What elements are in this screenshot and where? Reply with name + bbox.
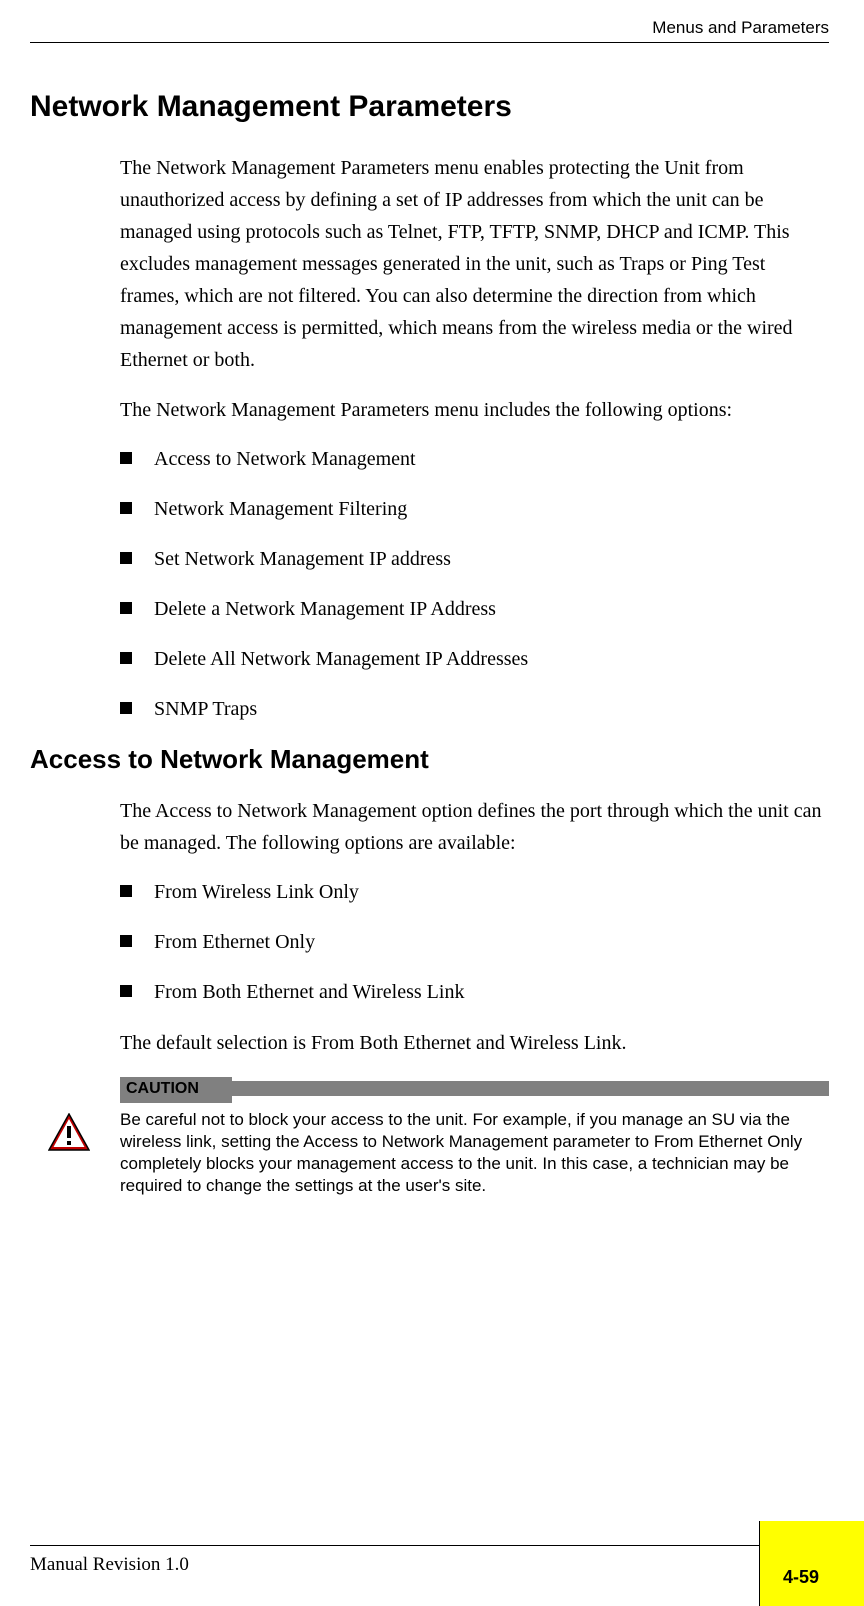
paragraph-intro: The Network Management Parameters menu e… xyxy=(120,152,829,376)
list-item: Access to Network Management xyxy=(120,444,829,474)
page-footer: Manual Revision 1.0 xyxy=(30,1545,864,1576)
caution-bar xyxy=(232,1081,829,1096)
paragraph-access-lead: The Access to Network Management option … xyxy=(120,795,829,859)
options-list-2: From Wireless Link Only From Ethernet On… xyxy=(120,877,829,1007)
caution-label: CAUTION xyxy=(120,1077,232,1103)
list-item: SNMP Traps xyxy=(120,694,829,724)
list-item: Delete All Network Management IP Address… xyxy=(120,644,829,674)
heading-2: Access to Network Management xyxy=(30,744,829,775)
revision-text: Manual Revision 1.0 xyxy=(30,1554,864,1576)
list-item: From Ethernet Only xyxy=(120,927,829,957)
footer-rule xyxy=(30,1545,759,1546)
list-item: Set Network Management IP address xyxy=(120,544,829,574)
header-rule xyxy=(30,42,829,43)
list-item: From Both Ethernet and Wireless Link xyxy=(120,977,829,1007)
options-list-1: Access to Network Management Network Man… xyxy=(120,444,829,724)
yellow-tab xyxy=(759,1521,864,1606)
page-content: Network Management Parameters The Networ… xyxy=(30,90,829,1197)
paragraph-options-lead: The Network Management Parameters menu i… xyxy=(120,394,829,426)
caution-header: CAUTION xyxy=(120,1077,829,1103)
warning-triangle-icon xyxy=(48,1113,90,1151)
page-number: 4-59 xyxy=(783,1567,819,1588)
caution-text: Be careful not to block your access to t… xyxy=(120,1109,829,1197)
list-item: Network Management Filtering xyxy=(120,494,829,524)
list-item: From Wireless Link Only xyxy=(120,877,829,907)
caution-box: CAUTION Be careful not to block your acc… xyxy=(120,1077,829,1197)
heading-1: Network Management Parameters xyxy=(30,90,829,124)
paragraph-default: The default selection is From Both Ether… xyxy=(120,1027,829,1059)
header-section-title: Menus and Parameters xyxy=(652,18,829,38)
caution-body: Be careful not to block your access to t… xyxy=(120,1109,829,1197)
list-item: Delete a Network Management IP Address xyxy=(120,594,829,624)
